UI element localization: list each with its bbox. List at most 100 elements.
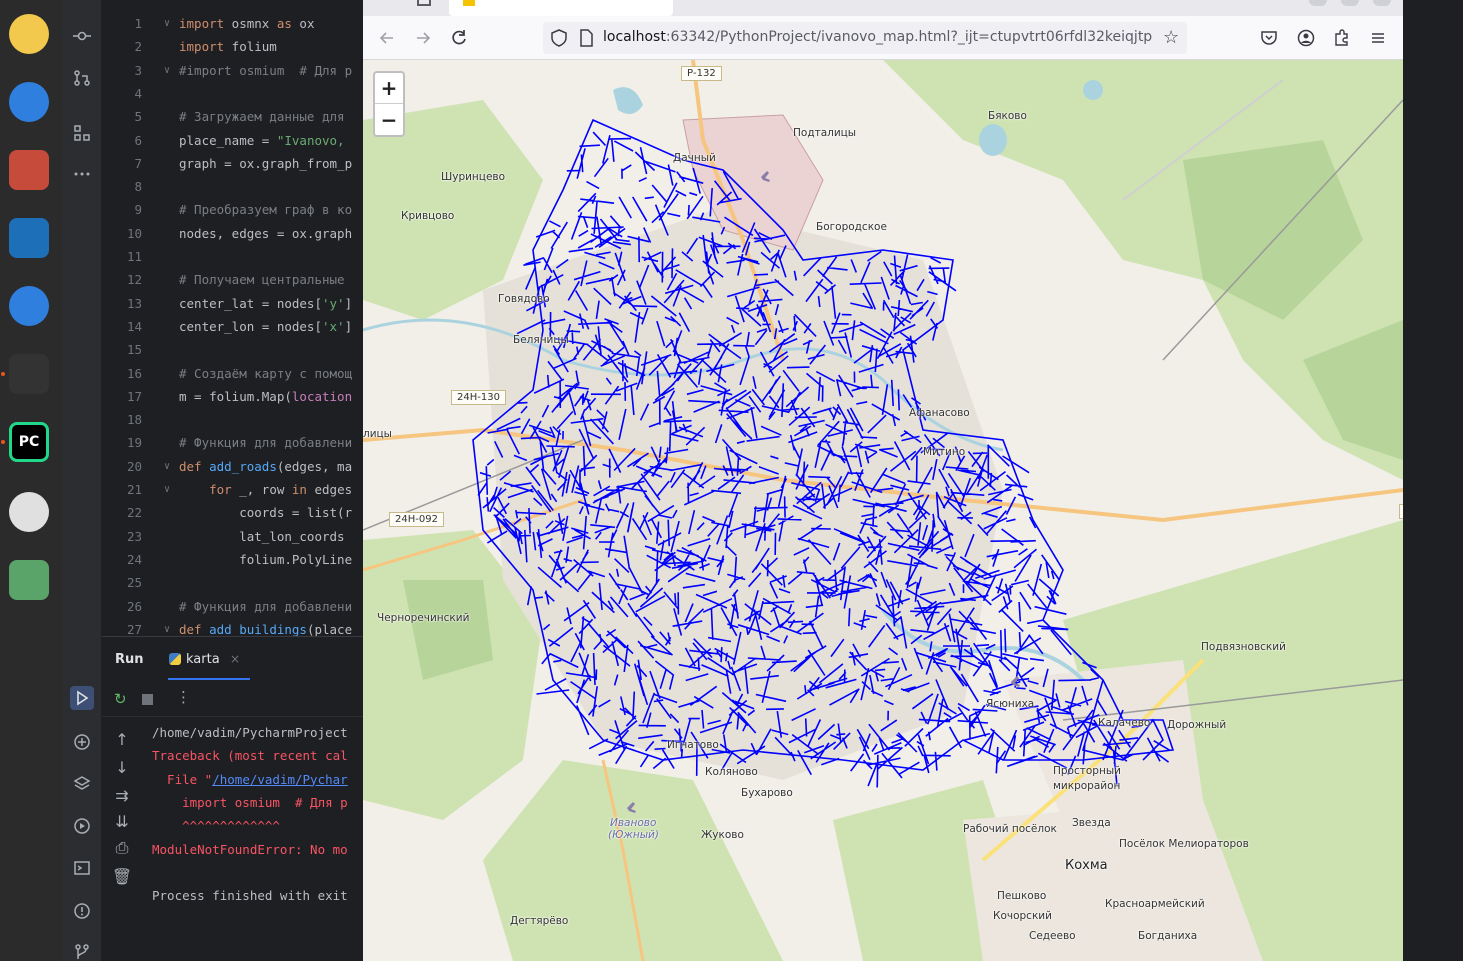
fold-chevron-icon[interactable]: ∨ [164,12,170,35]
fold-chevron-icon[interactable]: ∨ [164,59,170,82]
code-line[interactable]: 4 [102,82,363,105]
help-app-icon[interactable] [5,282,53,330]
code-line[interactable]: 23 lat_lon_coords [102,525,363,548]
code-line[interactable]: 8 [102,175,363,198]
code-line[interactable]: 3 ∨ #import osmium # Для р [102,59,363,82]
scroll-down-icon[interactable]: ↓ [112,757,132,777]
code-line[interactable]: 10 nodes, edges = ox.graph [102,222,363,245]
code-line[interactable]: 17 m = folium.Map(location [102,385,363,408]
traceback-file-link[interactable]: /home/vadim/Pychar [212,772,347,787]
line-number: 17 [126,388,142,404]
extensions-icon[interactable] [1330,26,1354,50]
run-tool-icon[interactable] [70,686,94,710]
code-line[interactable]: 27 ∨ def add_buildings(place [102,618,363,636]
soft-wrap-icon[interactable]: ⇉ [112,785,132,805]
code-line[interactable]: 6 place_name = "Ivanovo, [102,129,363,152]
tab-list-icon[interactable] [417,0,431,6]
account-icon[interactable] [1294,26,1318,50]
code-line[interactable]: 9 # Преобразуем граф в ко [102,198,363,221]
more-tools-icon[interactable] [70,162,94,186]
code-line[interactable]: 15 [102,338,363,361]
console-text: Process finished with exit [152,888,348,904]
stop-icon[interactable] [142,694,153,705]
code-line[interactable]: 13 center_lat = nodes['y'] [102,292,363,315]
back-icon[interactable] [375,26,399,50]
code-line[interactable]: 7 graph = ox.graph_from_p [102,152,363,175]
zoom-out-button[interactable]: − [375,104,403,135]
close-window-icon[interactable] [1373,0,1391,6]
tracking-protection-icon[interactable] [551,29,567,51]
code-line[interactable]: 24 folium.PolyLine [102,548,363,571]
bookmark-star-icon[interactable]: ☆ [1163,27,1179,48]
code-line[interactable]: 11 [102,245,363,268]
pull-requests-icon[interactable] [70,66,94,90]
fold-chevron-icon[interactable]: ∨ [164,478,170,501]
url-text[interactable]: localhost:63342/PythonProject/ivanovo_ma… [603,29,1155,45]
code-line[interactable]: 21 ∨ for _, row in edges [102,478,363,501]
problems-icon[interactable] [70,899,94,923]
run-tab-karta[interactable]: karta [186,652,220,667]
fold-chevron-icon[interactable]: ∨ [164,618,170,636]
python-packages-icon[interactable] [70,730,94,754]
libreoffice-writer-app-icon[interactable] [5,214,53,262]
minimize-icon[interactable] [1309,0,1327,6]
clear-console-icon[interactable]: 🗑 [112,866,132,886]
pocket-icon[interactable] [1257,26,1281,50]
print-icon[interactable]: ⎙ [112,838,132,858]
structure-icon[interactable] [70,121,94,145]
page-info-icon[interactable] [579,29,593,51]
console-line: ^^^^^^^^^^^^^ [152,814,280,837]
ide-toolstrip [62,0,102,961]
rhythmbox-app-icon[interactable] [5,10,53,58]
code-line[interactable]: 14 center_lon = nodes['x'] [102,315,363,338]
lake [979,124,1007,156]
forward-icon[interactable] [411,26,435,50]
commit-icon[interactable] [70,24,94,48]
folium-map[interactable]: Р-132 Подталицы Бяково Шуринцево Дачный Кривц… [363,60,1403,961]
line-number: 26 [126,598,142,614]
place-label: Говядово [498,293,550,305]
place-label: Игнатово [667,739,719,751]
code-line[interactable]: 12 # Получаем центральные [102,268,363,291]
pycharm-app-icon[interactable]: PC [5,418,53,466]
code-editor[interactable]: 1 ∨ import osmnx as ox 2 import folium 3 ∨ #imp… [102,12,363,636]
browser-navbar: localhost:63342/PythonProject/ivanovo_ma… [363,16,1403,60]
scroll-to-end-icon[interactable]: ⇊ [112,811,132,831]
code-line[interactable]: 22 coords = list(r [102,501,363,524]
code-line[interactable]: 16 # Создаём карту с помощ [102,362,363,385]
url-bar[interactable]: localhost:63342/PythonProject/ivanovo_ma… [543,22,1187,54]
code-line[interactable]: 5 # Загружаем данные для [102,105,363,128]
files-app-icon[interactable] [5,146,53,194]
active-browser-tab[interactable] [449,0,673,16]
maximize-icon[interactable] [1341,0,1359,6]
app-menu-icon[interactable] [1366,26,1390,50]
rerun-icon[interactable]: ↻ [114,690,127,708]
trash-app-icon[interactable] [5,556,53,604]
disc-app-icon[interactable] [5,488,53,536]
code-line[interactable]: 2 import folium [102,35,363,58]
zoom-in-button[interactable]: + [375,73,403,104]
fold-chevron-icon[interactable]: ∨ [164,455,170,478]
code-line[interactable]: 1 ∨ import osmnx as ox [102,12,363,35]
code-text: def add_roads(edges, ma [179,458,353,474]
services-icon[interactable] [70,814,94,838]
code-line[interactable]: 19 # Функция для добавлени [102,431,363,454]
more-options-icon[interactable]: ⋮ [176,688,191,706]
scroll-up-icon[interactable]: ↑ [112,729,132,749]
code-line[interactable]: 25 [102,571,363,594]
vcs-icon[interactable] [70,940,94,961]
layers-icon[interactable] [70,772,94,796]
reload-icon[interactable] [447,26,471,50]
terminal-app-icon[interactable] [5,350,53,398]
lake [1083,80,1103,100]
console-output[interactable]: /home/vadim/PycharmProject Traceback (mos… [142,717,363,961]
code-line[interactable]: 20 ∨ def add_roads(edges, ma [102,455,363,478]
code-line[interactable]: 26 # Функция для добавлени [102,595,363,618]
close-tab-icon[interactable]: × [230,652,240,666]
code-line[interactable]: 18 [102,408,363,431]
thunderbird-app-icon[interactable] [5,78,53,126]
code-text: center_lat = nodes['y'] [179,295,353,311]
line-number: 8 [134,179,142,195]
run-panel: Run karta × ↻ ⋮ ↑ ↓ ⇉ ⇊ ⎙ 🗑 /home/vadim/… [102,636,363,961]
terminal-tool-icon[interactable] [70,856,94,880]
